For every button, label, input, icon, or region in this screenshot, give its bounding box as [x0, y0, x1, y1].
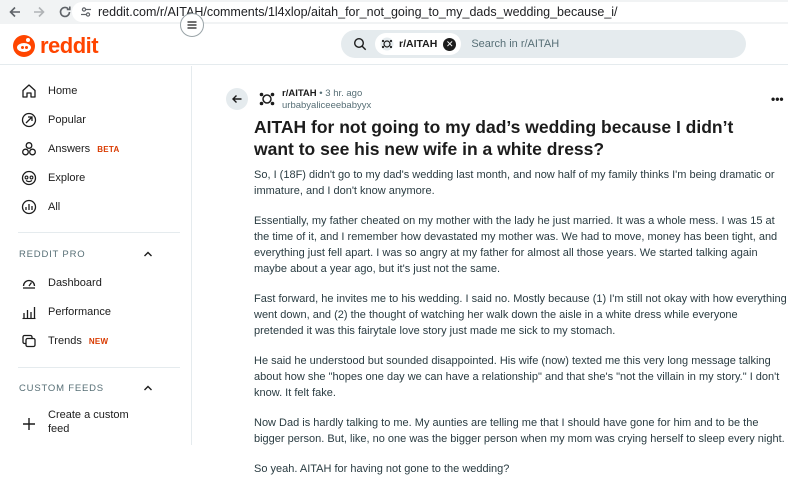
sidebar-item-trends[interactable]: Trends NEW	[20, 330, 108, 352]
sidebar-item-label: Trends	[48, 335, 82, 347]
sidebar-item-explore[interactable]: Explore	[20, 167, 85, 189]
left-sidebar: Home Popular Answers BETA Explore All RE…	[0, 66, 192, 445]
post-time: 3 hr. ago	[325, 88, 363, 99]
sidebar-item-performance[interactable]: Performance	[20, 301, 111, 323]
post-content: r/AITAH • 3 hr. ago urbabyaliceeebabyyx …	[193, 66, 788, 475]
browser-forward-icon[interactable]	[30, 3, 48, 21]
reddit-snoo-icon	[13, 35, 35, 57]
performance-icon	[20, 303, 38, 321]
sidebar-divider	[18, 232, 180, 233]
explore-icon	[20, 169, 38, 187]
search-bar[interactable]: r/AITAH ✕	[341, 30, 746, 58]
popular-icon	[20, 111, 38, 129]
all-icon	[20, 198, 38, 216]
subreddit-avatar-icon[interactable]	[257, 89, 277, 109]
sidebar-item-label: Home	[48, 85, 78, 97]
collapse-sidebar-button[interactable]	[180, 13, 204, 37]
search-icon	[353, 37, 367, 51]
post-paragraph: So, I (18F) didn't go to my dad's weddin…	[254, 169, 775, 197]
sidebar-item-home[interactable]: Home	[20, 80, 77, 102]
reddit-header: reddit r/AITAH ✕	[0, 24, 788, 65]
post-paragraph: Now Dad is hardly talking to me. My aunt…	[254, 417, 785, 445]
create-custom-feed-button[interactable]: Create a custom feed	[20, 408, 138, 440]
subreddit-chip-label: r/AITAH	[399, 38, 438, 50]
create-custom-feed-label: Create a custom feed	[48, 409, 129, 435]
url-text[interactable]: reddit.com/r/AITAH/comments/1l4xlop/aita…	[98, 5, 618, 19]
sidebar-item-dashboard[interactable]: Dashboard	[20, 272, 102, 294]
subreddit-avatar-icon	[379, 36, 395, 52]
sidebar-item-label: Performance	[48, 306, 111, 318]
post-title: AITAH for not going to my dad’s wedding …	[254, 117, 734, 159]
search-input[interactable]	[471, 38, 672, 50]
post-paragraph: Essentially, my father cheated on my mot…	[254, 215, 778, 275]
sidebar-item-label: All	[48, 201, 61, 213]
reddit-logo[interactable]: reddit	[13, 33, 99, 59]
subreddit-search-chip[interactable]: r/AITAH ✕	[375, 33, 462, 55]
section-title: CUSTOM FEEDS	[19, 382, 104, 394]
reddit-pro-section-header[interactable]: REDDIT PRO	[19, 246, 154, 262]
section-title: REDDIT PRO	[19, 248, 86, 260]
beta-badge: BETA	[97, 144, 120, 154]
plus-icon	[20, 415, 38, 433]
post-paragraph: He said he understood but sounded disapp…	[254, 355, 780, 399]
sidebar-item-popular[interactable]: Popular	[20, 109, 86, 131]
subreddit-link[interactable]: r/AITAH	[282, 88, 317, 99]
site-info-icon[interactable]	[80, 6, 92, 18]
answers-icon	[20, 140, 38, 158]
browser-toolbar: reddit.com/r/AITAH/comments/1l4xlop/aita…	[0, 0, 788, 24]
home-icon	[20, 82, 38, 100]
author-link[interactable]: urbabyaliceeebabyyx	[282, 100, 371, 111]
sidebar-item-all[interactable]: All	[20, 196, 60, 218]
clear-chip-icon[interactable]: ✕	[443, 37, 457, 51]
post-body: So, I (18F) didn't go to my dad's weddin…	[254, 167, 788, 491]
browser-back-icon[interactable]	[6, 3, 24, 21]
more-options-icon[interactable]: •••	[771, 92, 784, 106]
post-paragraph: Fast forward, he invites me to his weddi…	[254, 293, 787, 337]
post-paragraph: So yeah. AITAH for having not gone to th…	[254, 463, 510, 475]
sidebar-item-label: Popular	[48, 114, 86, 126]
post-meta: r/AITAH • 3 hr. ago urbabyaliceeebabyyx	[282, 88, 371, 111]
reddit-wordmark: reddit	[40, 33, 99, 58]
trends-icon	[20, 332, 38, 350]
meta-separator: •	[319, 88, 323, 99]
sidebar-divider	[18, 367, 180, 368]
sidebar-item-label: Explore	[48, 172, 86, 184]
chevron-up-icon[interactable]	[142, 382, 154, 394]
chevron-up-icon[interactable]	[142, 248, 154, 260]
sidebar-item-label: Answers	[48, 143, 91, 155]
sidebar-item-answers[interactable]: Answers BETA	[20, 138, 120, 160]
back-button[interactable]	[226, 88, 248, 110]
sidebar-item-label: Dashboard	[48, 277, 102, 289]
dashboard-icon	[20, 274, 38, 292]
custom-feeds-section-header[interactable]: CUSTOM FEEDS	[19, 380, 154, 396]
address-bar[interactable]: reddit.com/r/AITAH/comments/1l4xlop/aita…	[72, 2, 788, 22]
new-badge: NEW	[88, 336, 109, 346]
